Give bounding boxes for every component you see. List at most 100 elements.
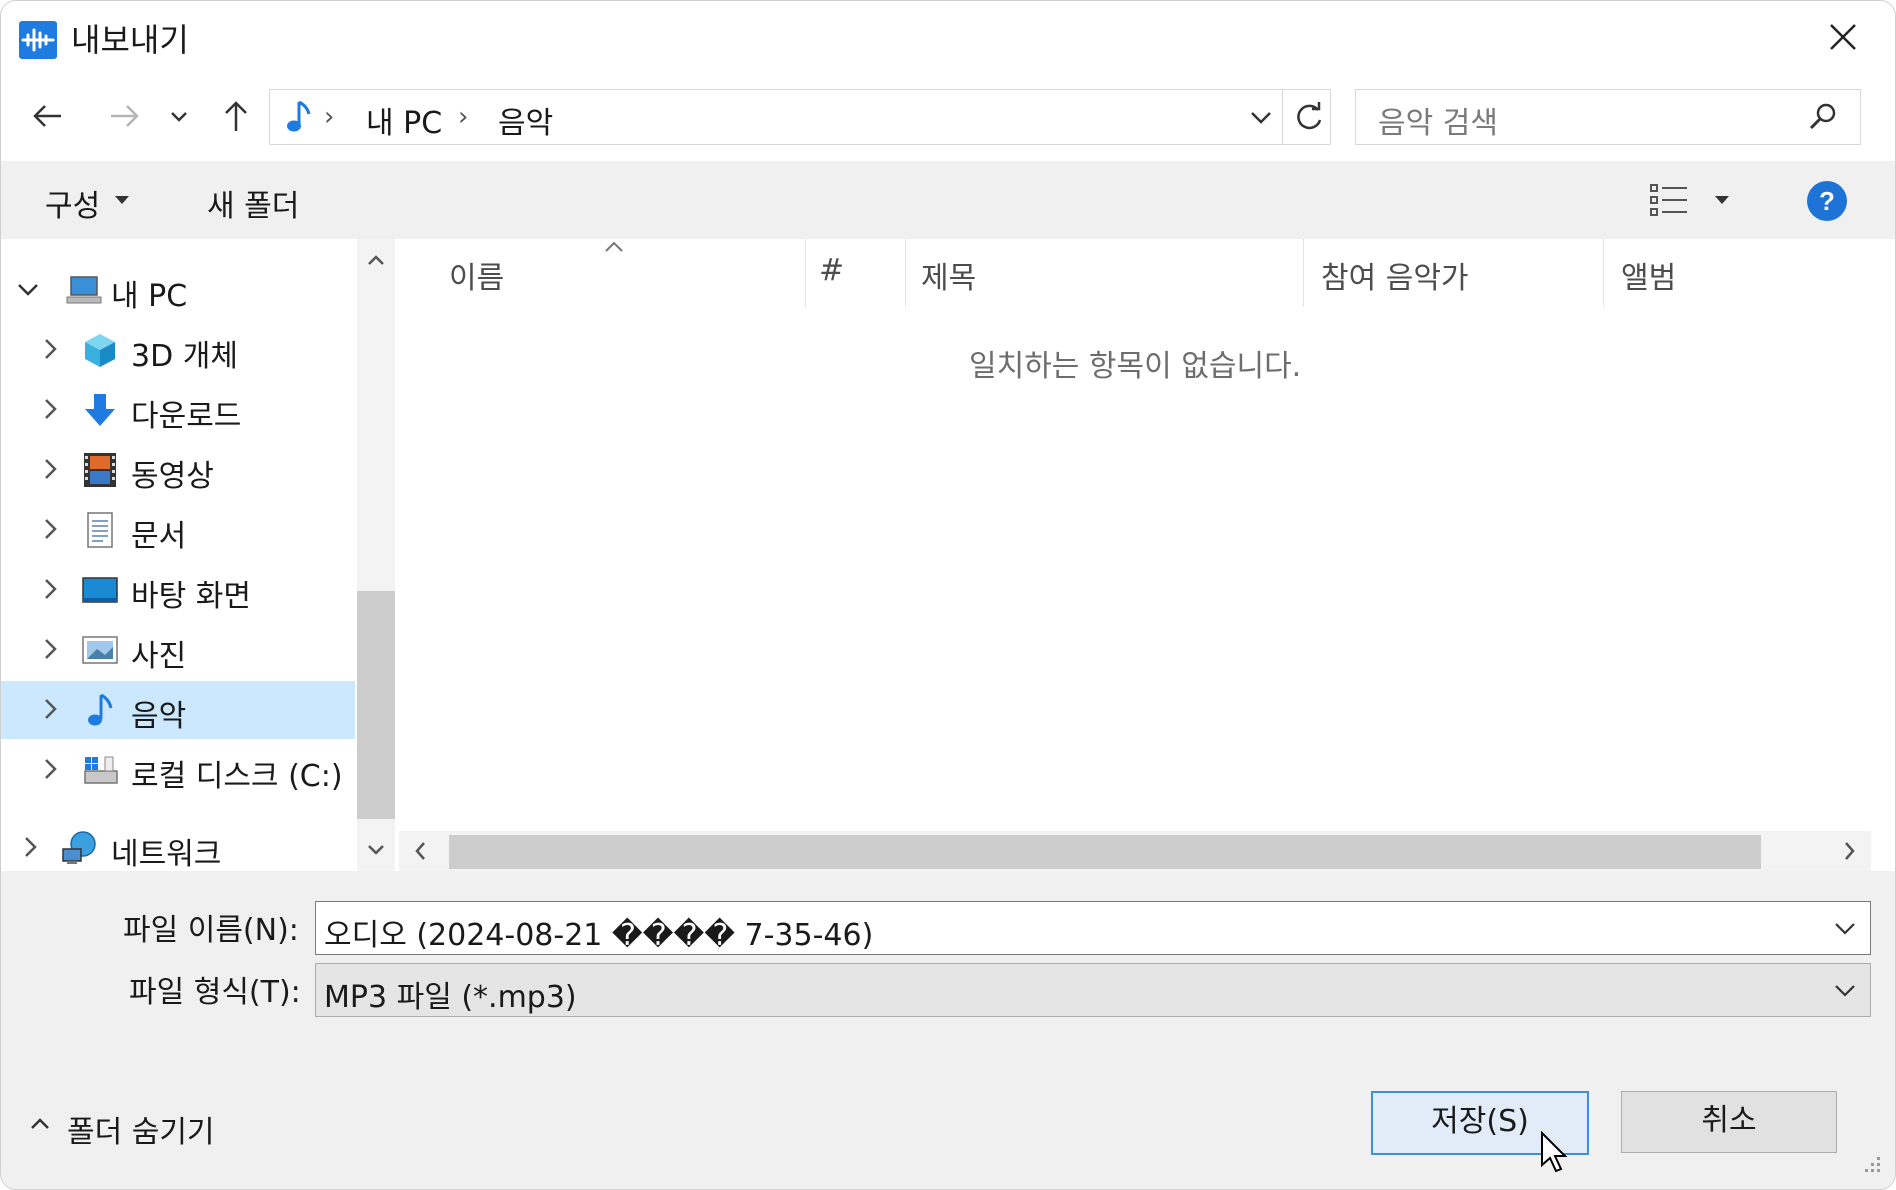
tree-item-my-pc[interactable]: 내 PC [1,261,355,319]
tree-item-music[interactable]: 음악 [1,681,355,739]
tree-label: 로컬 디스크 (C:) [131,759,343,794]
title-bar: 내보내기 [1,1,1895,75]
filetype-label: 파일 형식(T): [129,975,301,1010]
column-separator[interactable] [905,239,906,307]
breadcrumb-my-pc[interactable]: 내 PC [366,98,442,142]
hide-folders-chevron-icon[interactable] [27,1111,53,1137]
column-header-album[interactable]: 앨범 [1621,253,1676,297]
tree-item-desktop[interactable]: 바탕 화면 [1,561,355,619]
expand-chevron-icon[interactable] [35,691,65,727]
tree-item-pictures[interactable]: 사진 [1,621,355,679]
cancel-button[interactable]: 취소 [1621,1091,1837,1153]
resize-grip-icon[interactable] [1855,1149,1885,1179]
music-note-icon [88,693,113,726]
tree-item-documents[interactable]: 문서 [1,501,355,559]
address-separator [1282,90,1283,144]
tree-item-downloads[interactable]: 다운로드 [1,381,355,439]
view-options-icon[interactable] [1649,183,1689,217]
file-list: 이름 # 제목 참여 음악가 앨범 일치하는 항목이 없습니다. [399,239,1895,871]
tree-label: 3D 개체 [131,339,238,374]
expand-chevron-icon[interactable] [35,571,65,607]
network-icon [62,831,96,864]
up-button[interactable] [213,93,259,139]
breadcrumb-chevron-icon: › [324,102,335,132]
breadcrumb-chevron-icon: › [458,102,469,132]
expand-chevron-icon[interactable] [35,631,65,667]
search-placeholder: 음악 검색 [1378,106,1498,141]
save-options-panel: 파일 이름(N): 오디오 (2024-08-21 ���� 7-35-46) … [1,871,1895,1189]
document-icon [87,512,113,548]
filename-label: 파일 이름(N): [123,913,299,948]
breadcrumb-music[interactable]: 음악 [498,98,553,142]
svg-text:?: ? [1819,186,1835,216]
back-button[interactable] [25,93,71,139]
filename-input[interactable]: 오디오 (2024-08-21 ���� 7-35-46) [315,901,1871,955]
expand-chevron-icon[interactable] [35,451,65,487]
column-header-title[interactable]: 제목 [921,253,976,297]
scroll-down-icon[interactable] [365,839,387,861]
filetype-value: MP3 파일 (*.mp3) [324,980,577,1015]
tree-label: 내 PC [111,279,188,314]
tree-item-3d-objects[interactable]: 3D 개체 [1,321,355,379]
tree-label: 네트워크 [111,837,222,872]
column-separator[interactable] [1603,239,1604,307]
forward-button[interactable] [101,93,147,139]
cube-icon [85,334,115,367]
tree-label: 사진 [131,639,187,674]
mouse-cursor-icon [1541,1131,1568,1173]
tree-item-network[interactable]: 네트워크 [1,819,355,877]
organize-button[interactable]: 구성 [45,181,100,225]
refresh-icon[interactable] [1290,98,1328,136]
expand-chevron-icon[interactable] [35,751,65,787]
expand-chevron-icon[interactable] [35,391,65,427]
column-separator[interactable] [805,239,806,307]
column-header-name[interactable]: 이름 [449,253,504,297]
sort-ascending-icon [605,241,623,252]
navigation-pane: 내 PC 3D 개체 다운로드 동영상 문서 바탕 화면 사진 음악 로컬 디스… [1,239,397,872]
help-icon[interactable]: ? [1805,179,1849,223]
expand-chevron-icon[interactable] [35,331,65,367]
address-dropdown-icon[interactable] [1246,102,1276,132]
collapse-chevron-icon[interactable] [13,271,43,307]
film-strip-icon [84,453,116,487]
organize-dropdown-icon[interactable] [113,193,131,207]
horizontal-scroll-thumb[interactable] [449,835,1761,869]
scroll-up-icon[interactable] [365,249,387,271]
navigation-pane-scroll-thumb[interactable] [357,591,395,819]
app-audio-icon [19,21,57,59]
scroll-right-icon[interactable] [1837,839,1861,863]
filename-dropdown-icon[interactable] [1830,914,1860,942]
search-icon[interactable] [1806,100,1840,134]
desktop-icon [82,577,118,603]
column-separator[interactable] [1303,239,1304,307]
filetype-dropdown-icon[interactable] [1830,976,1860,1004]
file-list-horizontal-scrollbar[interactable] [399,831,1871,871]
search-input[interactable]: 음악 검색 [1355,89,1861,145]
hide-folders-toggle[interactable]: 폴더 숨기기 [67,1107,215,1151]
column-header-artists[interactable]: 참여 음악가 [1321,253,1469,297]
tree-label: 음악 [131,699,187,734]
filetype-select[interactable]: MP3 파일 (*.mp3) [315,963,1871,1017]
export-dialog: 내보내기 › 내 PC › 음악 음악 검색 구성 새 폴더 ? 내 PC 3D… [0,0,1896,1190]
picture-icon [82,636,118,664]
address-bar[interactable]: › 내 PC › 음악 [269,89,1331,145]
tree-label: 문서 [131,519,187,554]
tree-item-videos[interactable]: 동영상 [1,441,355,499]
empty-list-message: 일치하는 항목이 없습니다. [969,349,1302,384]
tree-label: 다운로드 [131,399,242,434]
view-dropdown-icon[interactable] [1713,193,1731,207]
column-header-number[interactable]: # [819,253,844,288]
tree-item-local-disk-c[interactable]: 로컬 디스크 (C:) [1,741,355,799]
new-folder-button[interactable]: 새 폴더 [207,181,299,225]
tree-label: 바탕 화면 [131,579,251,614]
recent-locations-button[interactable] [161,93,197,139]
close-icon [1830,24,1856,50]
expand-chevron-icon[interactable] [35,511,65,547]
scroll-left-icon[interactable] [409,839,433,863]
dialog-title: 내보내기 [71,21,189,59]
computer-icon [66,276,102,304]
tree-label: 동영상 [131,459,214,494]
navigation-bar: › 내 PC › 음악 음악 검색 [1,75,1895,161]
close-button[interactable] [1821,15,1865,59]
expand-chevron-icon[interactable] [15,829,45,865]
